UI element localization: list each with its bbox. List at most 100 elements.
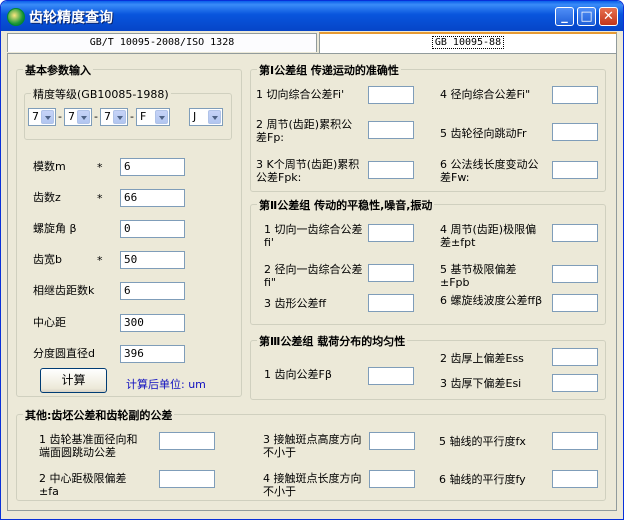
g2-item-5-label: 5 基节极限偏差±Fpb <box>440 263 517 289</box>
other-item-6-label: 6 轴线的平行度fy <box>439 473 526 486</box>
g2-item-3-output[interactable] <box>368 294 414 312</box>
grade-select-2[interactable]: 7 <box>64 108 92 126</box>
window-title: 齿轮精度查询 <box>29 10 113 26</box>
g1-item-5-label: 5 齿轮径向跳动Fr <box>440 127 527 140</box>
g2-item-1-output[interactable] <box>368 224 414 242</box>
module-label: 模数m <box>33 160 66 173</box>
maximize-icon: □ <box>580 9 593 24</box>
other-tolerances-group: 其他:齿坯公差和齿轮副的公差 1 齿轮基准面径向和端面圆跳动公差 3 接触斑点高… <box>16 407 606 501</box>
tolerance-group-2-legend: 第Ⅱ公差组 传动的平稳性,噪音,振动 <box>257 197 435 213</box>
g2-item-1-label: 1 切向一齿综合公差fi' <box>264 223 363 249</box>
grade-select-1[interactable]: 7 <box>28 108 56 126</box>
helix-angle-label: 螺旋角 β <box>33 222 77 235</box>
other-item-3-label: 3 接触斑点高度方向不小于 <box>263 433 362 459</box>
close-icon: ✕ <box>603 9 614 24</box>
pitch-diameter-label: 分度圆直径d <box>33 347 95 360</box>
chevron-down-icon <box>208 110 221 124</box>
g1-item-2-output[interactable] <box>368 121 414 139</box>
g2-item-4-label: 4 周节(齿距)极限偏差±fpt <box>440 223 537 249</box>
g2-item-6-output[interactable] <box>552 294 598 312</box>
tab-gb-10095-88-label: GB 10095-88 <box>431 36 505 49</box>
g1-item-1-output[interactable] <box>368 86 414 104</box>
pitch-diameter-input[interactable]: 396 <box>120 345 185 363</box>
maximize-button[interactable]: □ <box>577 7 596 26</box>
tolerance-group-3: 第Ⅲ公差组 载荷分布的均匀性 1 齿向公差Fβ 2 齿厚上偏差Ess 3 齿厚下… <box>250 333 606 400</box>
chevron-down-icon <box>41 110 54 124</box>
other-item-4-output[interactable] <box>369 470 415 488</box>
grade-group: 精度等级(GB10085-1988) 7 - 7 - 7 - F J <box>24 86 232 140</box>
teeth-input[interactable]: 66 <box>120 189 185 207</box>
g1-item-6-label: 6 公法线长度变动公差Fw: <box>440 158 539 184</box>
g3-item-1-output[interactable] <box>368 367 414 385</box>
g1-item-1-label: 1 切向综合公差Fi' <box>256 88 345 101</box>
dash: - <box>58 110 62 123</box>
module-input[interactable]: 6 <box>120 158 185 176</box>
grade-value-4: F <box>140 110 147 123</box>
grade-value-3: 7 <box>104 110 111 123</box>
close-button[interactable]: ✕ <box>599 7 618 26</box>
center-distance-input[interactable]: 300 <box>120 314 185 332</box>
tolerance-group-1: 第Ⅰ公差组 传递运动的准确性 1 切向综合公差Fi' 4 径向综合公差Fi" 2… <box>250 62 606 192</box>
pitch-count-input[interactable]: 6 <box>120 282 185 300</box>
required-mark: * <box>97 192 103 205</box>
chevron-down-icon <box>113 110 126 124</box>
other-item-6-output[interactable] <box>552 470 598 488</box>
grade-value-2: 7 <box>68 110 75 123</box>
grade-value-5: J <box>193 110 197 123</box>
other-item-5-label: 5 轴线的平行度fx <box>439 435 526 448</box>
tab-strip: GB/T 10095-2008/ISO 1328 GB 10095-88 <box>7 32 617 53</box>
tab-gb-10095-88[interactable]: GB 10095-88 <box>319 32 617 53</box>
tab-panel: 基本参数输入 精度等级(GB10085-1988) 7 - 7 - 7 - F … <box>7 53 617 511</box>
grade-select-5[interactable]: J <box>189 108 223 126</box>
basic-params-legend: 基本参数输入 <box>23 62 93 78</box>
chevron-down-icon <box>155 110 168 124</box>
other-item-2-label: 2 中心距极限偏差±fa <box>39 472 127 498</box>
basic-params-group: 基本参数输入 精度等级(GB10085-1988) 7 - 7 - 7 - F … <box>16 62 242 397</box>
g3-item-3-label: 3 齿厚下偏差Esi <box>440 377 522 390</box>
g3-item-1-label: 1 齿向公差Fβ <box>264 368 332 381</box>
g2-item-6-label: 6 螺旋线波度公差ffβ <box>440 294 543 307</box>
g1-item-5-output[interactable] <box>552 123 598 141</box>
g2-item-2-output[interactable] <box>368 264 414 282</box>
other-item-2-output[interactable] <box>159 470 215 488</box>
grade-value-1: 7 <box>32 110 39 123</box>
other-item-4-label: 4 接触斑点长度方向不小于 <box>263 472 362 498</box>
tab-gbt-10095-2008[interactable]: GB/T 10095-2008/ISO 1328 <box>7 33 317 52</box>
helix-angle-input[interactable]: 0 <box>120 220 185 238</box>
other-item-1-label: 1 齿轮基准面径向和端面圆跳动公差 <box>39 433 138 459</box>
calculate-button[interactable]: 计算 <box>40 368 107 393</box>
minimize-button[interactable]: _ <box>555 7 574 26</box>
app-gear-icon <box>7 8 25 26</box>
title-bar[interactable]: 齿轮精度查询 _ □ ✕ <box>1 1 623 31</box>
g1-item-3-output[interactable] <box>368 161 414 179</box>
tolerance-group-2: 第Ⅱ公差组 传动的平稳性,噪音,振动 1 切向一齿综合公差fi' 4 周节(齿距… <box>250 197 606 325</box>
g2-item-4-output[interactable] <box>552 224 598 242</box>
g3-item-3-output[interactable] <box>552 374 598 392</box>
unit-note: 计算后单位: um <box>126 378 206 391</box>
other-item-1-output[interactable] <box>159 432 215 450</box>
grade-select-4[interactable]: F <box>136 108 170 126</box>
minimize-icon: _ <box>561 9 568 24</box>
g1-item-3-label: 3 K个周节(齿距)累积公差Fpk: <box>256 158 360 184</box>
dash: - <box>130 110 134 123</box>
other-item-3-output[interactable] <box>369 432 415 450</box>
g2-item-3-label: 3 齿形公差ff <box>264 297 327 310</box>
g1-item-2-label: 2 周节(齿距)累积公差Fp: <box>256 118 353 144</box>
tolerance-group-1-legend: 第Ⅰ公差组 传递运动的准确性 <box>257 62 401 78</box>
center-distance-label: 中心距 <box>33 316 66 329</box>
grade-select-3[interactable]: 7 <box>100 108 128 126</box>
g3-item-2-output[interactable] <box>552 348 598 366</box>
main-window: 齿轮精度查询 _ □ ✕ GB/T 10095-2008/ISO 1328 GB… <box>0 0 624 520</box>
required-mark: * <box>97 254 103 267</box>
g2-item-2-label: 2 径向一齿综合公差fi" <box>264 263 363 289</box>
teeth-label: 齿数z <box>33 191 61 204</box>
g1-item-4-output[interactable] <box>552 86 598 104</box>
other-tolerances-legend: 其他:齿坯公差和齿轮副的公差 <box>23 407 175 423</box>
face-width-label: 齿宽b <box>33 253 62 266</box>
g1-item-6-output[interactable] <box>552 161 598 179</box>
other-item-5-output[interactable] <box>552 432 598 450</box>
g2-item-5-output[interactable] <box>552 265 598 283</box>
dash: - <box>94 110 98 123</box>
g3-item-2-label: 2 齿厚上偏差Ess <box>440 352 524 365</box>
face-width-input[interactable]: 50 <box>120 251 185 269</box>
